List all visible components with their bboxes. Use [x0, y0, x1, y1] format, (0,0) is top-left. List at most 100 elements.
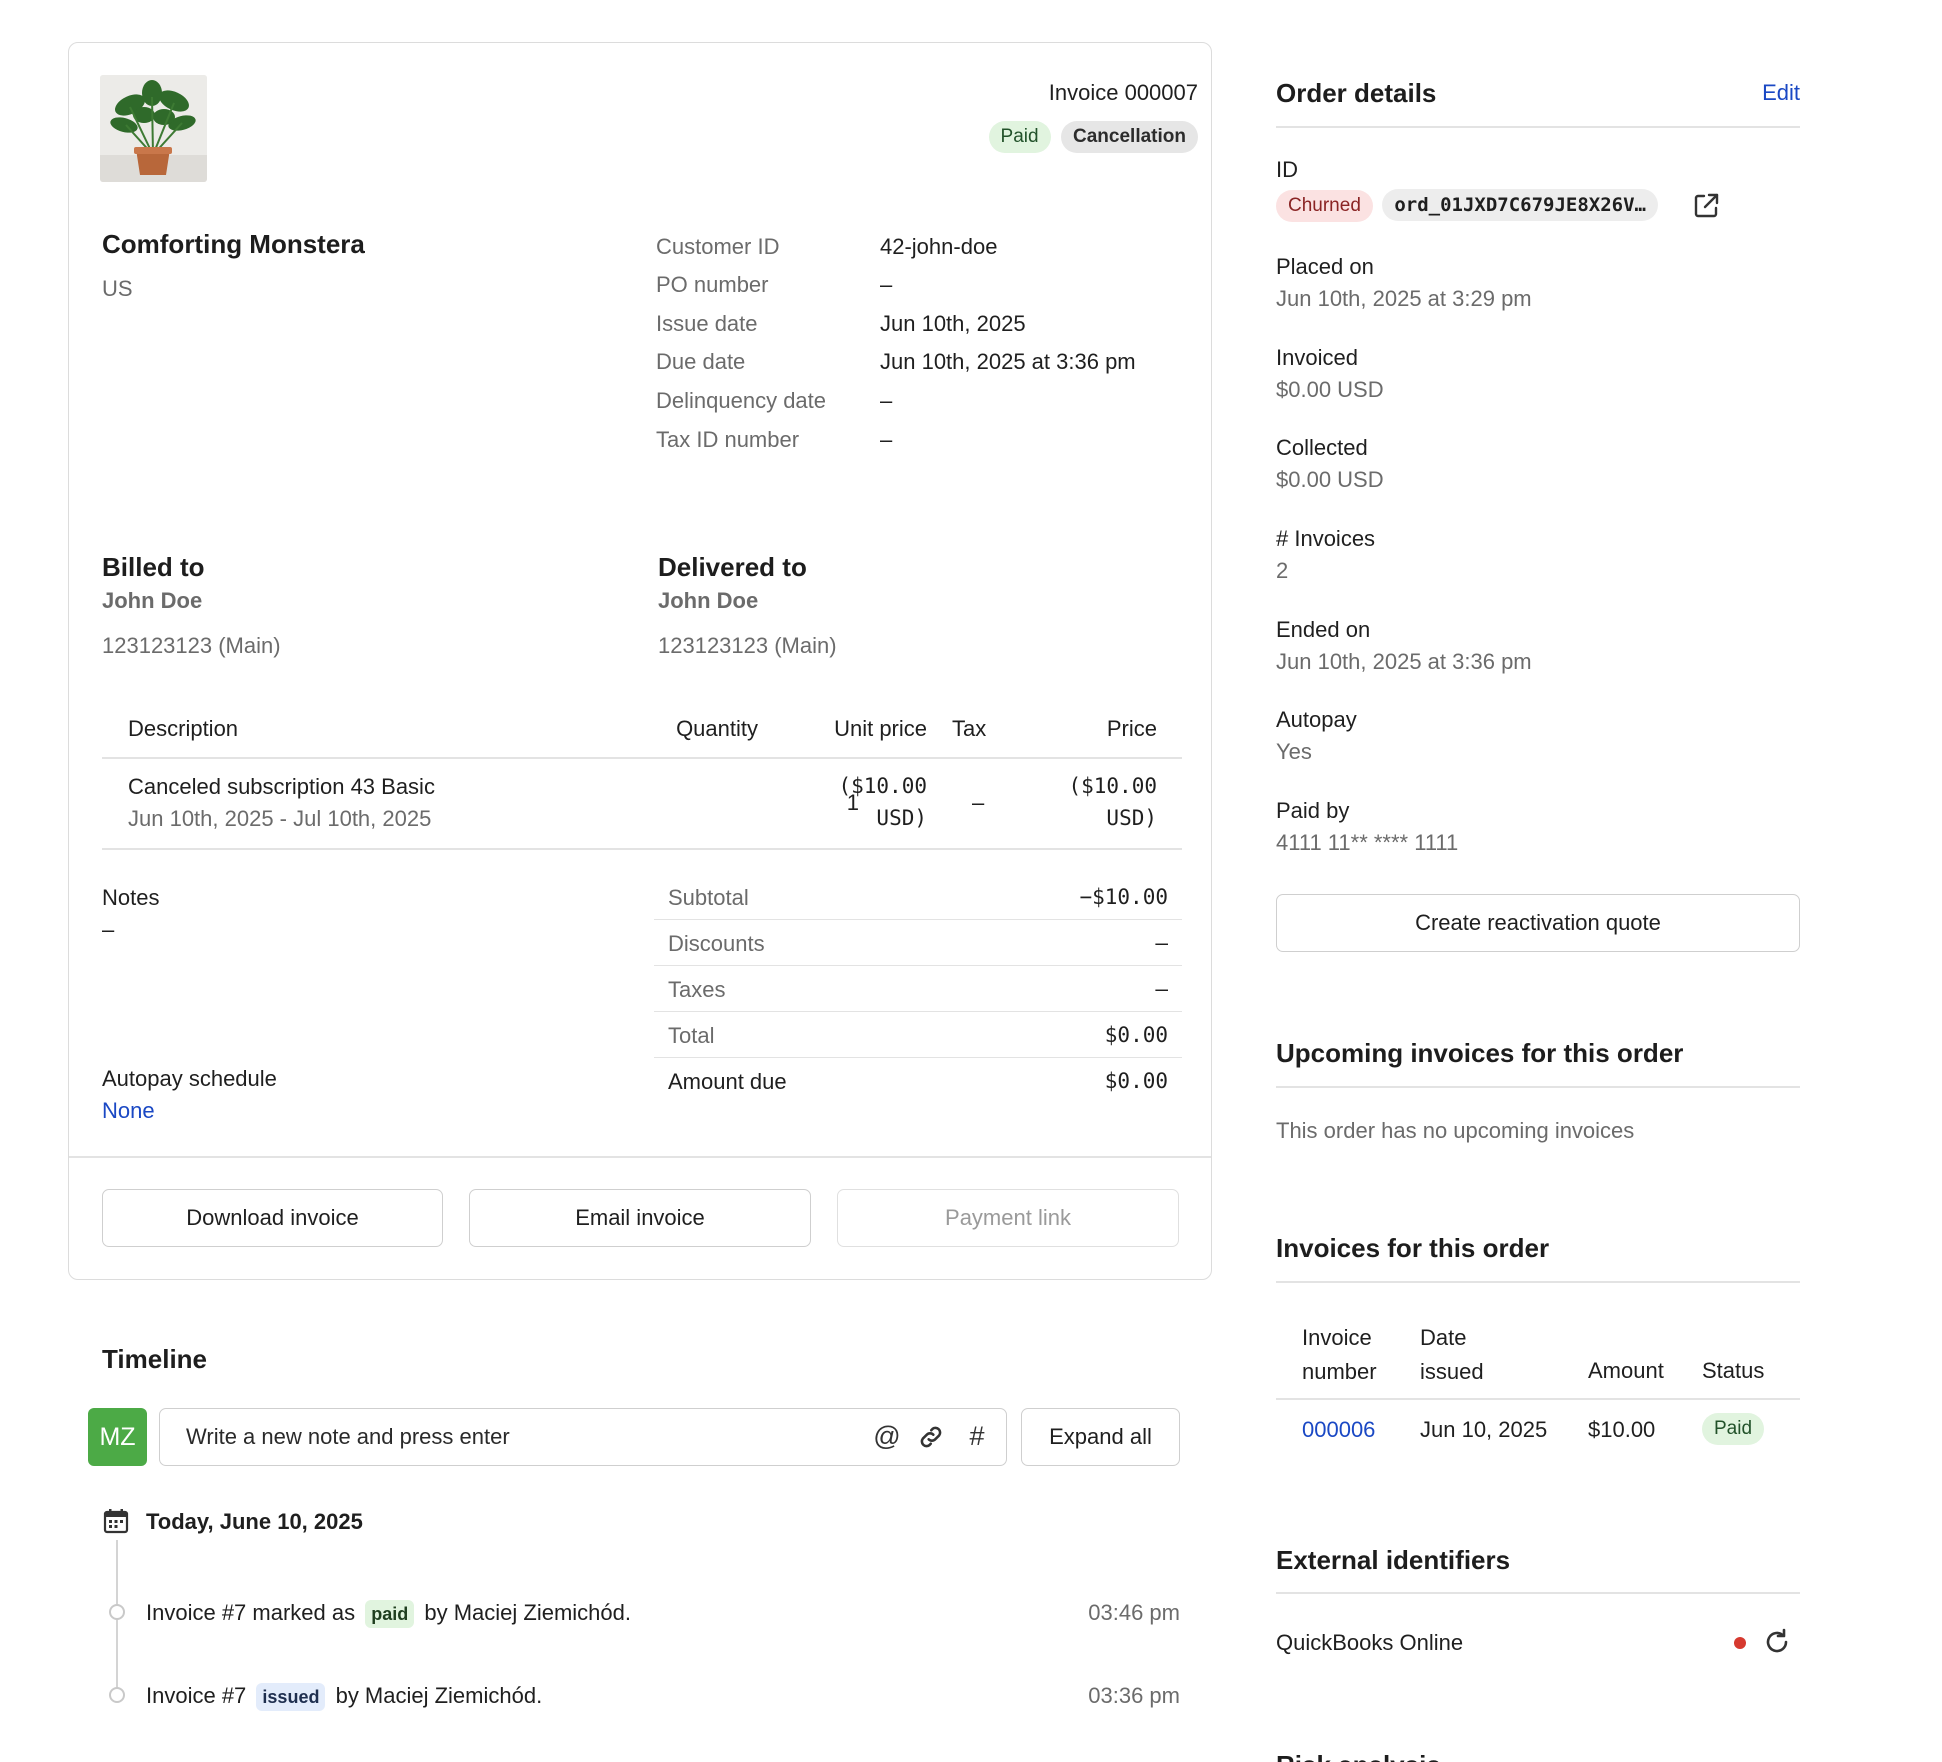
- upcoming-invoices-heading: Upcoming invoices for this order: [1276, 1038, 1684, 1068]
- timeline-heading: Timeline: [102, 1344, 208, 1374]
- order-id[interactable]: ord_01JXD7C679JE8X26V…: [1382, 189, 1659, 221]
- due-date-label: Due date: [656, 349, 746, 374]
- timeline-event: Invoice #7 marked as paid by Maciej Ziem…: [146, 1600, 631, 1628]
- autopay-schedule-link[interactable]: None: [102, 1098, 155, 1124]
- quickbooks-label: QuickBooks Online: [1276, 1630, 1464, 1655]
- col-quantity: Quantity: [676, 716, 758, 741]
- billed-to-phone: 123123123 (Main): [102, 633, 281, 658]
- total-row: Total $0.00: [654, 1012, 1182, 1058]
- paid-by-value: 4111 11** **** 1111: [1276, 830, 1459, 855]
- taxes-value: –: [1155, 977, 1168, 1001]
- col-status: Status: [1702, 1358, 1765, 1383]
- subtotal-label: Subtotal: [668, 885, 749, 910]
- customer-id-label: Customer ID: [656, 234, 780, 259]
- subtotal-row: Subtotal −$10.00: [654, 874, 1182, 920]
- expand-all-button[interactable]: Expand all: [1021, 1408, 1180, 1466]
- paid-by-label: Paid by: [1276, 798, 1350, 823]
- event-text: Invoice #7 marked as: [146, 1600, 356, 1625]
- timeline-event-dot: [109, 1687, 125, 1703]
- item-period: Jun 10th, 2025 - Jul 10th, 2025: [128, 806, 432, 831]
- subtotal-value: −$10.00: [1079, 885, 1168, 909]
- no-upcoming-invoices-text: This order has no upcoming invoices: [1276, 1118, 1635, 1143]
- order-invoices-heading: Invoices for this order: [1276, 1233, 1550, 1263]
- po-number-value: –: [880, 272, 893, 297]
- cancellation-badge: Cancellation: [1061, 121, 1198, 153]
- product-name: Comforting Monstera: [102, 229, 365, 259]
- item-tax: –: [972, 790, 985, 815]
- amount-due-value: $0.00: [1104, 1069, 1168, 1093]
- col-invoice-number-line2: number: [1302, 1359, 1377, 1384]
- amount-due-label: Amount due: [668, 1069, 787, 1094]
- download-invoice-button[interactable]: Download invoice: [102, 1189, 443, 1247]
- section-divider: [1276, 1086, 1800, 1088]
- col-amount: Amount: [1588, 1358, 1664, 1383]
- section-divider: [1276, 1592, 1800, 1594]
- invoiced-label: Invoiced: [1276, 345, 1358, 370]
- invoice-count-label: # Invoices: [1276, 526, 1376, 551]
- churned-badge: Churned: [1276, 190, 1373, 222]
- autopay-schedule-label: Autopay schedule: [102, 1066, 277, 1091]
- col-description: Description: [128, 716, 239, 741]
- section-divider: [1276, 1281, 1800, 1283]
- col-unit-price: Unit price: [834, 716, 927, 741]
- totals-table: Subtotal −$10.00 Discounts – Taxes – Tot…: [654, 874, 1182, 1104]
- discounts-label: Discounts: [668, 931, 765, 956]
- issue-date-value: Jun 10th, 2025: [880, 311, 1026, 336]
- create-reactivation-quote-button[interactable]: Create reactivation quote: [1276, 894, 1800, 952]
- item-description: Canceled subscription 43 Basic: [128, 774, 435, 799]
- attachment-icon[interactable]: [916, 1409, 946, 1470]
- due-date-value: Jun 10th, 2025 at 3:36 pm: [880, 349, 1136, 374]
- customer-id-link[interactable]: 42-john-doe: [880, 234, 1200, 260]
- invoice-status-badge: Paid: [1702, 1413, 1765, 1445]
- collected-value: $0.00 USD: [1276, 467, 1384, 492]
- col-date-issued-line2: issued: [1420, 1359, 1484, 1384]
- timeline-event-dot: [109, 1604, 125, 1620]
- amount-due-row: Amount due $0.00: [654, 1058, 1182, 1104]
- discounts-row: Discounts –: [654, 920, 1182, 966]
- billed-to-heading: Billed to: [102, 552, 205, 582]
- delinquency-date-value: –: [880, 388, 893, 413]
- mention-icon[interactable]: @: [872, 1409, 902, 1464]
- refresh-icon[interactable]: [1762, 1627, 1792, 1657]
- payment-link-button[interactable]: Payment link: [837, 1189, 1179, 1247]
- edit-link[interactable]: Edit: [1740, 80, 1800, 106]
- autopay-label: Autopay: [1276, 707, 1357, 732]
- country: US: [102, 276, 133, 301]
- order-id-row: Churned ord_01JXD7C679JE8X26V…: [1276, 189, 1659, 222]
- po-number-label: PO number: [656, 272, 769, 297]
- discounts-value: –: [1155, 931, 1168, 955]
- invoice-amount: $10.00: [1588, 1417, 1656, 1442]
- calendar-icon: [103, 1508, 129, 1534]
- note-input[interactable]: Write a new note and press enter @ #: [159, 1408, 1007, 1466]
- autopay-value: Yes: [1276, 739, 1312, 764]
- risk-analysis-heading: Risk analysis: [1276, 1750, 1441, 1762]
- table-row: Canceled subscription 43 Basic Jun 10th,…: [102, 758, 1182, 848]
- item-unit-price-line1: ($10.00: [838, 774, 927, 798]
- event-actor: by Maciej Ziemichód.: [424, 1600, 632, 1625]
- invoice-date: Jun 10, 2025: [1420, 1417, 1548, 1442]
- col-tax: Tax: [952, 716, 987, 741]
- invoice-count-value: 2: [1276, 558, 1289, 583]
- event-text: Invoice #7: [146, 1683, 247, 1708]
- invoice-badges: Paid Cancellation: [955, 121, 1198, 153]
- invoice-number-link[interactable]: 000006: [1302, 1417, 1375, 1443]
- col-date-issued-line1: Date: [1420, 1325, 1467, 1350]
- taxes-row: Taxes –: [654, 966, 1182, 1012]
- tax-id-value: –: [880, 427, 893, 452]
- id-label: ID: [1276, 157, 1298, 182]
- invoice-number: Invoice 000007: [1048, 80, 1198, 105]
- delivered-to-name: John Doe: [658, 588, 759, 613]
- col-invoice-number-line1: Invoice: [1302, 1325, 1372, 1350]
- external-link-icon[interactable]: [1691, 191, 1721, 221]
- delivered-to-phone: 123123123 (Main): [658, 633, 837, 658]
- col-date-issued: Date issued: [1420, 1325, 1484, 1385]
- item-price-line2: USD): [1106, 806, 1157, 830]
- issue-date-label: Issue date: [656, 311, 758, 336]
- item-price-line1: ($10.00: [1068, 774, 1157, 798]
- email-invoice-button[interactable]: Email invoice: [469, 1189, 811, 1247]
- placed-on-label: Placed on: [1276, 254, 1374, 279]
- avatar: MZ: [88, 1408, 147, 1466]
- event-time: 03:36 pm: [1088, 1683, 1180, 1708]
- hashtag-icon[interactable]: #: [962, 1409, 992, 1464]
- tax-id-label: Tax ID number: [656, 427, 800, 452]
